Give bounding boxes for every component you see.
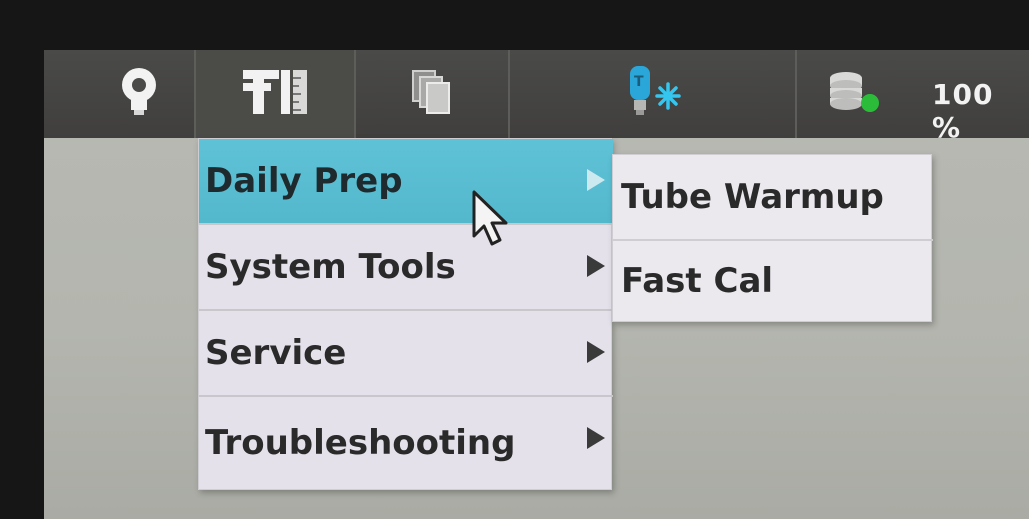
tools-button[interactable] [196,50,354,138]
menu-item-troubleshooting[interactable]: Troubleshooting [199,397,613,489]
toolbar-separator [795,50,797,138]
menu-item-service[interactable]: Service [199,311,613,397]
submenu-arrow-icon [587,169,605,191]
cards-stack-icon [409,67,455,121]
menu-item-daily-prep[interactable]: Daily Prep [199,139,613,225]
submenu-item-label: Tube Warmup [621,177,884,217]
submenu-arrow-icon [587,341,605,363]
tools-ruler-icon [235,66,315,122]
screen: T 100 % Daily Prep System Tools Service … [44,50,1029,519]
menu-item-label: Service [205,333,347,373]
svg-text:T: T [634,74,644,90]
menu-item-label: System Tools [205,247,456,287]
submenu-arrow-icon [587,255,605,277]
daily-prep-submenu: Tube Warmup Fast Cal [612,154,933,322]
lightbulb-icon [117,66,161,122]
tube-star-icon: T [618,64,688,124]
menu-item-system-tools[interactable]: System Tools [199,225,613,311]
tube-button[interactable]: T [510,50,795,138]
menu-item-label: Troubleshooting [205,423,516,463]
mouse-cursor-icon [470,190,514,250]
database-status-button[interactable] [804,50,904,138]
submenu-arrow-icon [587,427,605,449]
cards-button[interactable] [356,50,508,138]
submenu-item-label: Fast Cal [621,261,774,301]
menu-item-label: Daily Prep [205,161,403,201]
zoom-level: 100 % [932,78,994,144]
status-dot [861,94,879,112]
top-toolbar: T 100 % [44,50,1029,144]
submenu-item-tube-warmup[interactable]: Tube Warmup [613,155,933,239]
submenu-item-fast-cal[interactable]: Fast Cal [613,239,933,321]
database-status-icon [826,70,882,118]
lightbulb-button[interactable] [84,50,194,138]
main-menu: Daily Prep System Tools Service Troubles… [198,138,613,490]
